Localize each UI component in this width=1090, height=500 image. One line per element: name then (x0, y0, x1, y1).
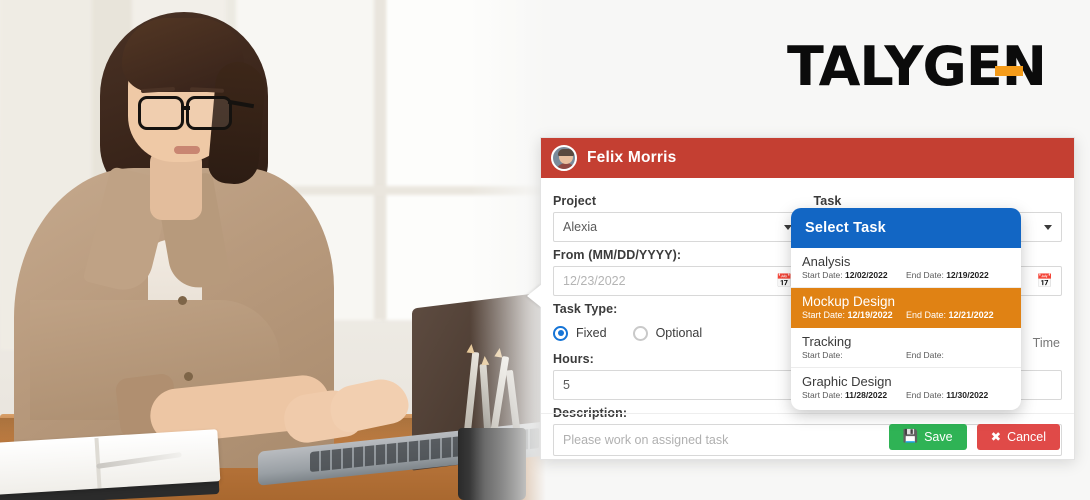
cancel-button[interactable]: ✖ Cancel (976, 423, 1060, 450)
card-footer: 💾 Save ✖ Cancel (541, 413, 1074, 459)
photo-window-frame-right (374, 0, 386, 320)
talygen-logo: TALYGEN (787, 40, 1047, 94)
background-photo (0, 0, 546, 500)
radio-dot-fixed[interactable] (553, 325, 568, 341)
cancel-button-label: Cancel (1007, 429, 1046, 444)
task-item-end-date: End Date: 11/30/2022 (906, 390, 988, 400)
header-user-name: Felix Morris (587, 149, 677, 166)
task-list-item[interactable]: Tracking Start Date: End Date: (791, 328, 1021, 368)
task-item-end-date: End Date: (906, 350, 944, 360)
photo-eyeglass-bridge (182, 106, 190, 110)
radio-fixed-label: Fixed (576, 326, 607, 340)
floppy-disk-icon: 💾 (902, 429, 919, 443)
task-item-name: Mockup Design (802, 294, 896, 309)
project-label: Project (553, 194, 597, 208)
task-item-name: Graphic Design (802, 374, 892, 389)
radio-fixed[interactable]: Fixed (553, 325, 607, 341)
task-item-start-date: Start Date: (802, 350, 906, 360)
from-date-label: From (MM/DD/YYYY): (553, 248, 682, 262)
select-task-popup: Select Task Analysis Start Date: 12/02/20… (791, 208, 1021, 410)
avatar-hair (558, 149, 574, 156)
start-date-label: Start Date: (802, 310, 846, 320)
task-item-start-date: Start Date: 12/19/2022 (802, 310, 906, 320)
calendar-icon[interactable]: 📅 (1037, 274, 1053, 288)
start-date-label: Start Date: (802, 350, 843, 360)
start-date-value: 12/02/2022 (845, 270, 888, 280)
from-date-value: 12/23/2022 (563, 274, 626, 288)
select-task-title: Select Task (791, 208, 1021, 248)
save-button-label: Save (924, 429, 953, 444)
project-value: Alexia (563, 220, 598, 234)
photo-eyeglass-right (186, 96, 232, 130)
radio-optional-label: Optional (655, 326, 703, 340)
task-list-item[interactable]: Mockup Design Start Date: 12/19/2022 End D… (791, 288, 1021, 328)
radio-optional[interactable]: Optional (632, 325, 703, 341)
end-date-label: End Date: (906, 390, 944, 400)
photo-shirt-button-1 (178, 296, 187, 305)
end-date-value: 11/30/2022 (946, 390, 989, 400)
task-item-end-date: End Date: 12/19/2022 (906, 270, 989, 280)
card-header: Felix Morris (541, 138, 1074, 178)
photo-eyeglass-left (138, 96, 184, 130)
task-item-end-date: End Date: 12/21/2022 (906, 310, 994, 320)
card-pointer-arrow (527, 284, 542, 308)
task-item-start-date: Start Date: 12/02/2022 (802, 270, 906, 280)
task-label: Task (813, 194, 842, 208)
save-button[interactable]: 💾 Save (888, 423, 967, 450)
task-item-dates: Start Date: 12/19/2022 End Date: 12/21/20… (802, 310, 1010, 320)
page-root: TALYGEN Felix Morris Project Alexia Task… (0, 0, 1090, 500)
x-icon: ✖ (990, 430, 1002, 444)
task-item-dates: Start Date: 11/28/2022 End Date: 11/30/20… (802, 390, 1010, 400)
task-item-name: Analysis (802, 254, 851, 269)
task-item-name: Tracking (802, 334, 852, 349)
chevron-down-icon (1044, 225, 1052, 230)
start-date-label: Start Date: (802, 270, 843, 280)
end-date-label: End Date: (906, 270, 944, 280)
col-from: From (MM/DD/YYYY): 12/23/2022 📅 (553, 242, 802, 296)
photo-fade-overlay (470, 0, 546, 500)
start-date-value: 11/28/2022 (845, 390, 888, 400)
project-select[interactable]: Alexia (553, 212, 802, 242)
end-date-value: 12/21/2022 (948, 310, 994, 320)
end-date-label: End Date: (906, 310, 947, 320)
start-date-value: 12/19/2022 (847, 310, 893, 320)
task-list-item[interactable]: Analysis Start Date: 12/02/2022 End Date: … (791, 248, 1021, 288)
start-date-label: Start Date: (802, 390, 843, 400)
photo-shirt-button-2 (184, 372, 193, 381)
from-date-input[interactable]: 12/23/2022 📅 (553, 266, 802, 296)
photo-lips (174, 146, 200, 154)
avatar (551, 145, 577, 171)
task-item-dates: Start Date: End Date: (802, 350, 1010, 360)
task-list: Analysis Start Date: 12/02/2022 End Date: … (791, 248, 1021, 410)
logo-accent-bar (995, 66, 1023, 76)
radio-dot-optional[interactable] (632, 325, 648, 341)
task-list-item[interactable]: Graphic Design Start Date: 11/28/2022 End … (791, 368, 1021, 410)
task-item-start-date: Start Date: 11/28/2022 (802, 390, 906, 400)
end-date-label: End Date: (906, 350, 944, 360)
col-project: Project Alexia (553, 188, 802, 242)
hours-value: 5 (563, 378, 570, 392)
end-date-value: 12/19/2022 (946, 270, 989, 280)
avatar-body (555, 163, 575, 169)
time-label: Time (1032, 336, 1060, 350)
task-item-dates: Start Date: 12/02/2022 End Date: 12/19/20… (802, 270, 1010, 280)
